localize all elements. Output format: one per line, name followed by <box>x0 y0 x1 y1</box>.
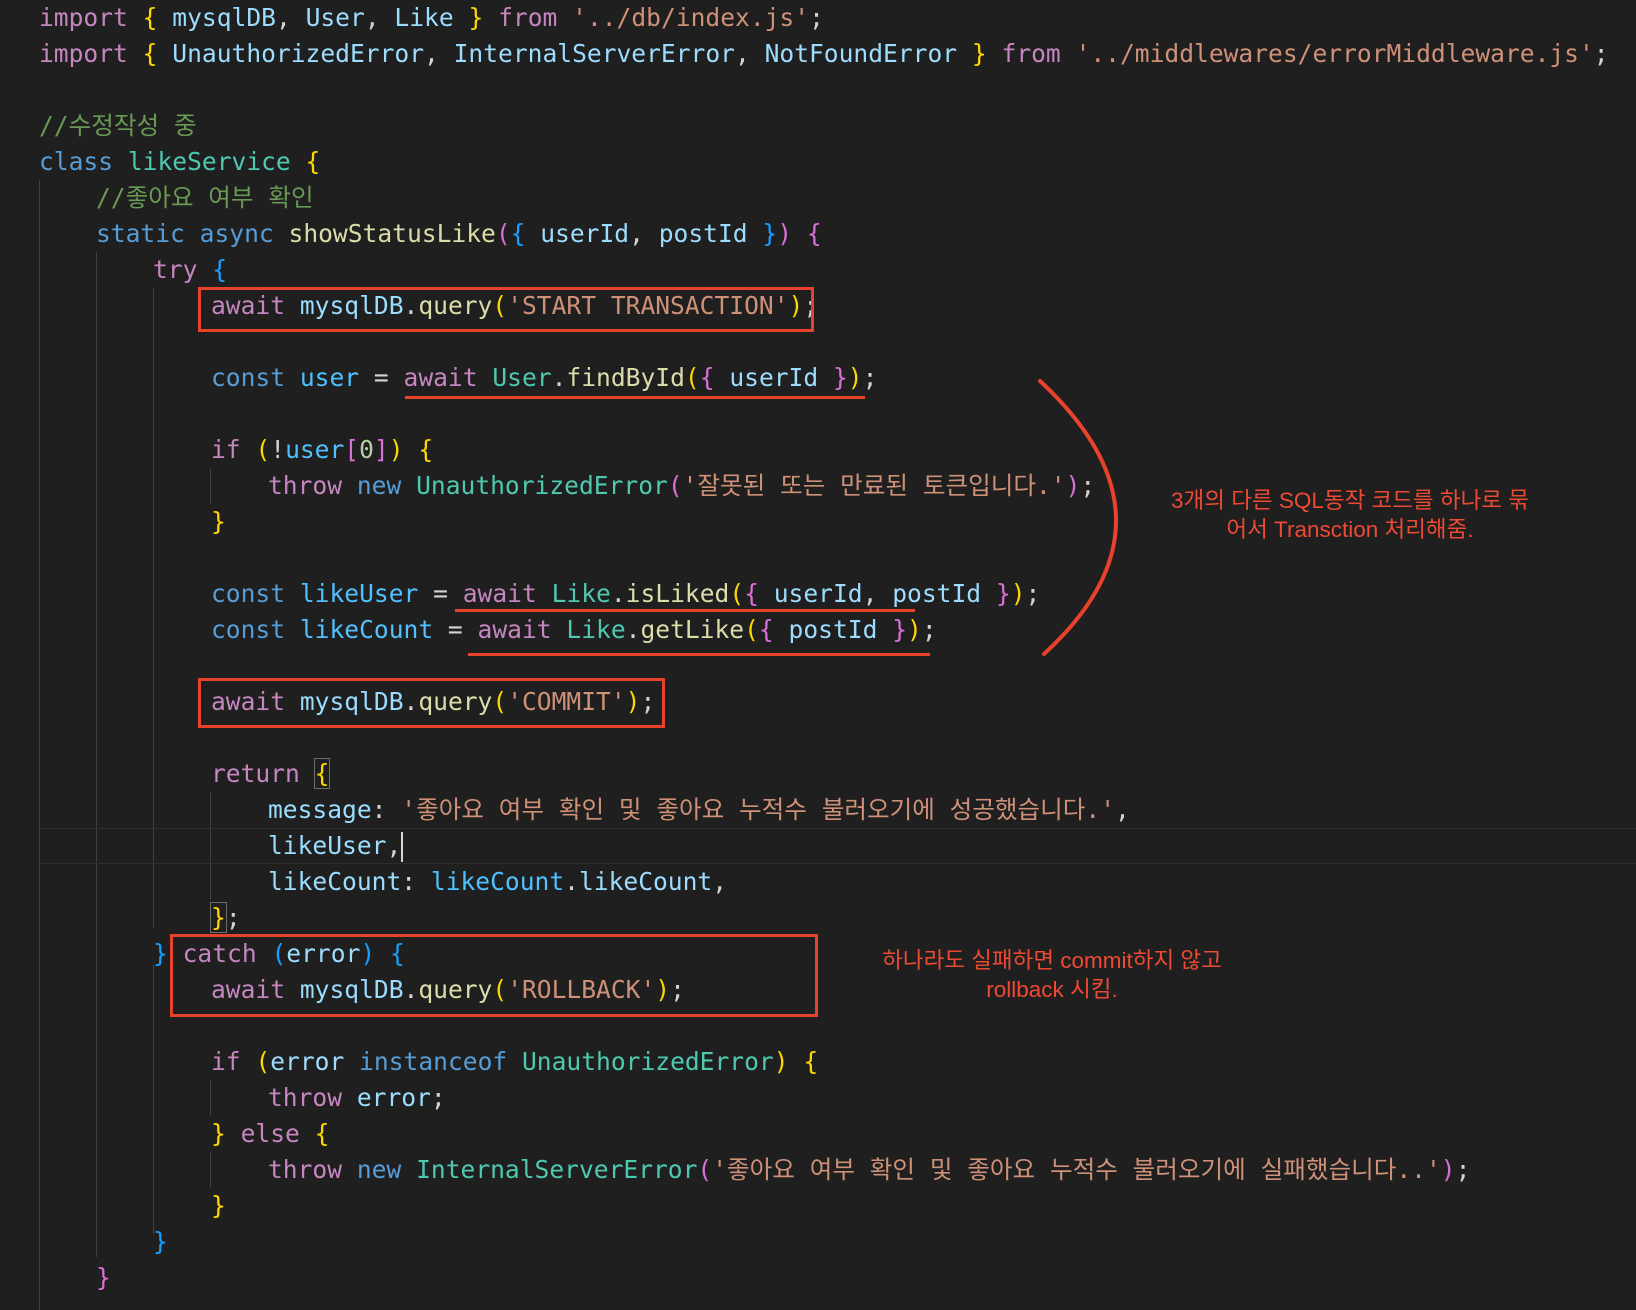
code-line: static async showStatusLike({ userId, po… <box>96 219 822 248</box>
getlike-underline <box>468 653 930 656</box>
isliked-underline <box>455 609 915 612</box>
code-line: } <box>153 1227 168 1256</box>
code-line: return { <box>211 758 331 789</box>
code-line: message: '좋아요 여부 확인 및 좋아요 누적수 불러오기에 성공했습… <box>268 795 1130 824</box>
code-line: const likeCount = await Like.getLike({ p… <box>211 615 937 644</box>
start-transaction-highlight-box <box>198 287 814 332</box>
catch-rollback-highlight-box <box>170 934 818 1017</box>
code-line: } <box>211 1191 226 1220</box>
code-line: import { mysqlDB, User, Like } from '../… <box>39 3 824 32</box>
code-line: throw error; <box>268 1083 446 1112</box>
import-path: '../middlewares/errorMiddleware.js' <box>1075 39 1594 68</box>
code-line: likeUser, <box>268 831 404 862</box>
transaction-annotation: 3개의 다른 SQL동작 코드를 하나로 묶 어서 Transction 처리해… <box>1171 488 1529 542</box>
error-message-string: '잘못된 또는 만료된 토큰입니다.' <box>682 471 1066 500</box>
code-line: try { <box>153 255 228 284</box>
code-line: class likeService { <box>39 147 321 176</box>
code-line: const likeUser = await Like.isLiked({ us… <box>211 579 1041 608</box>
code-line: if (!user[0]) { <box>211 435 434 464</box>
findbyid-underline <box>405 396 865 399</box>
success-message-string: '좋아요 여부 확인 및 좋아요 누적수 불러오기에 성공했습니다.' <box>401 795 1116 824</box>
code-line: import { UnauthorizedError, InternalServ… <box>39 39 1609 68</box>
method-name: showStatusLike <box>288 219 496 248</box>
code-line: const user = await User.findById({ userI… <box>211 363 878 392</box>
error-message-string: '좋아요 여부 확인 및 좋아요 누적수 불러오기에 실패했습니다..' <box>712 1155 1441 1184</box>
code-line: //수정작성 중 <box>0 108 1636 144</box>
text-cursor <box>401 832 404 862</box>
code-line: } else { <box>211 1119 330 1148</box>
code-line: throw new InternalServerError('좋아요 여부 확인… <box>268 1155 1471 1184</box>
code-line: likeCount: likeCount.likeCount, <box>268 867 728 896</box>
import-path: '../db/index.js' <box>572 3 810 32</box>
rollback-annotation: 하나라도 실패하면 commit하지 않고 rollback 시킴. <box>882 948 1222 1002</box>
code-line: //좋아요 여부 확인 <box>0 180 1636 216</box>
commit-highlight-box <box>198 678 665 728</box>
class-name: likeService <box>127 147 291 176</box>
code-line: } <box>96 1263 111 1292</box>
code-line: if (error instanceof UnauthorizedError) … <box>211 1047 819 1076</box>
code-comment: //좋아요 여부 확인 <box>96 183 314 212</box>
code-line: }; <box>210 902 241 933</box>
code-comment: //수정작성 중 <box>39 111 197 140</box>
